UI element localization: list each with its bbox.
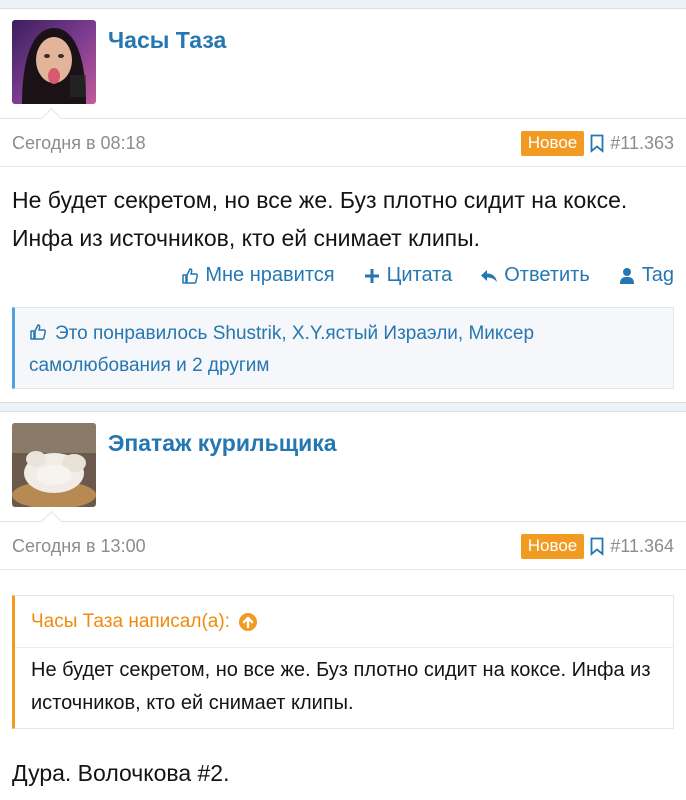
- post-message: Эпатаж курильщика Сегодня в 13:00 Новое …: [0, 412, 686, 800]
- username[interactable]: Часы Таза: [108, 27, 226, 54]
- post-date[interactable]: Сегодня в 13:00: [12, 536, 146, 557]
- post-number[interactable]: #11.364: [610, 536, 674, 557]
- tag-button[interactable]: Tag: [618, 264, 674, 287]
- quote-header[interactable]: Часы Таза написал(а):: [15, 596, 673, 648]
- post-separator: [0, 402, 686, 412]
- arrow-up-circle-icon[interactable]: [238, 612, 258, 632]
- post-message: Часы Таза Сегодня в 08:18 Новое #11.363 …: [0, 9, 686, 402]
- tag-label: Tag: [641, 264, 674, 286]
- likes-text[interactable]: Это понравилось Shustrik, X.Y.ястый Изра…: [29, 323, 534, 376]
- like-label: Мне нравится: [205, 264, 335, 286]
- user-header: Часы Таза: [0, 9, 686, 130]
- like-button[interactable]: Мне нравится: [181, 264, 335, 287]
- thumbs-up-icon: [182, 267, 199, 284]
- post-date[interactable]: Сегодня в 08:18: [12, 133, 146, 154]
- new-badge: Новое: [520, 131, 585, 156]
- reply-button[interactable]: Ответить: [480, 264, 590, 287]
- top-divider: [0, 0, 686, 9]
- post-text: Дура. Волочкова #2.: [12, 760, 230, 786]
- user-header: Эпатаж курильщика: [0, 412, 686, 533]
- avatar[interactable]: [12, 423, 96, 507]
- quote-author: Часы Таза написал(а):: [31, 610, 230, 632]
- reply-icon: [481, 269, 498, 282]
- plus-icon: [364, 268, 379, 283]
- post-number[interactable]: #11.363: [610, 133, 674, 154]
- bookmark-icon[interactable]: [590, 134, 604, 153]
- reply-label: Ответить: [504, 264, 590, 286]
- likes-summary: Это понравилось Shustrik, X.Y.ястый Изра…: [12, 307, 674, 389]
- quote-label: Цитата: [386, 264, 453, 286]
- post-actions: Мне нравится Цитата Ответить Tag: [181, 264, 674, 287]
- quote-button[interactable]: Цитата: [363, 264, 453, 287]
- post-text: Не будет секретом, но все же. Буз плотно…: [12, 187, 628, 251]
- bookmark-icon[interactable]: [590, 537, 604, 556]
- new-badge: Новое: [520, 534, 585, 559]
- thumbs-up-icon: [30, 324, 47, 340]
- username[interactable]: Эпатаж курильщика: [108, 430, 337, 457]
- post-meta: Сегодня в 08:18 Новое #11.363: [0, 119, 686, 167]
- post-meta: Сегодня в 13:00 Новое #11.364: [0, 522, 686, 570]
- quote-text: Не будет секретом, но все же. Буз плотно…: [31, 659, 651, 714]
- avatar[interactable]: [12, 20, 96, 104]
- quote-block: Часы Таза написал(а): Не будет секретом,…: [12, 595, 674, 729]
- user-icon: [619, 267, 634, 284]
